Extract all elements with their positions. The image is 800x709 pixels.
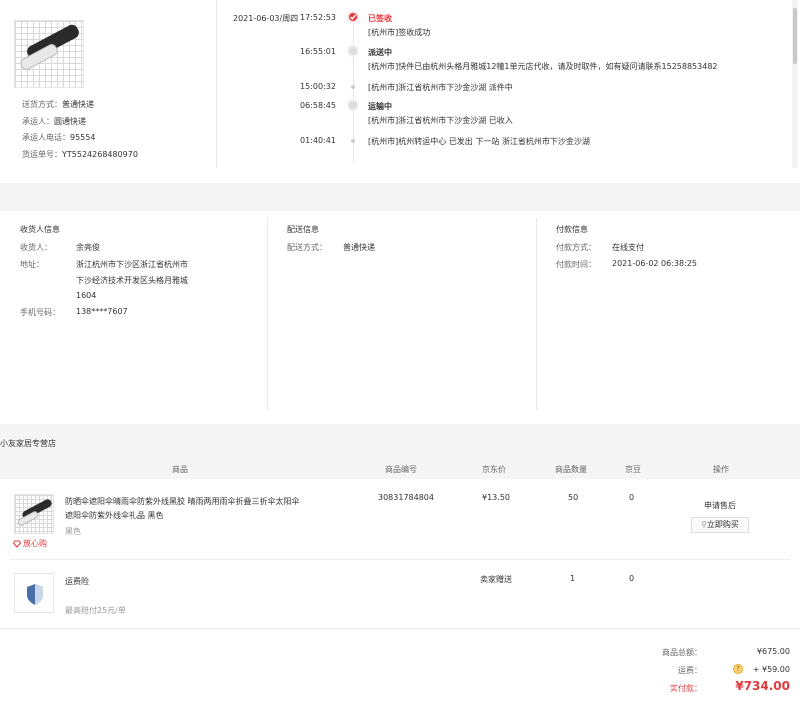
buy-again-button[interactable]: ⚲立即购买 bbox=[691, 517, 749, 533]
timeline-status: 运输中 bbox=[368, 102, 392, 111]
logistics-panel: 送货方式：普通快递 承运人：圆通快递 承运人电话：95554 货运单号：YT55… bbox=[0, 0, 800, 183]
col-product: 商品 bbox=[172, 465, 188, 474]
tracking-number: 货运单号：YT5524268480970 bbox=[22, 150, 138, 159]
check-icon bbox=[347, 11, 359, 23]
timeline-detail: [杭州市]浙江省杭州市下沙金沙湖 已收入 bbox=[368, 116, 513, 125]
timeline-detail: [杭州市]杭州转运中心 已发出 下一站 浙江省杭州市下沙金沙湖 bbox=[368, 137, 590, 146]
timeline-time: 01:40:41 bbox=[300, 136, 336, 145]
timeline-time: 16:55:01 bbox=[300, 47, 336, 56]
payment-title: 付款信息 bbox=[556, 225, 588, 234]
timeline-detail: [杭州市]签收成功 bbox=[368, 28, 431, 37]
after-sale-link[interactable]: 申请售后 bbox=[704, 500, 736, 511]
col-sku: 商品编号 bbox=[385, 465, 417, 474]
shop-name[interactable]: 小友家居专营店 bbox=[0, 438, 56, 449]
address-label: 地址： bbox=[20, 260, 44, 269]
assurance-badge: 放心购 bbox=[13, 538, 47, 549]
address-line: 1604 bbox=[76, 291, 97, 300]
timeline-detail: [杭州市]浙江省杭州市下沙金沙湖 派件中 bbox=[368, 83, 513, 92]
carrier: 承运人：圆通快递 bbox=[22, 117, 86, 126]
item-thumbnail[interactable] bbox=[14, 494, 54, 534]
insurance-beans: 0 bbox=[629, 574, 635, 583]
item-price: ¥13.50 bbox=[482, 493, 510, 502]
timeline-time: 17:52:53 bbox=[300, 13, 336, 22]
payment-time-value: 2021-06-02 06:38:25 bbox=[612, 259, 697, 268]
goods-total-label: 商品总额： bbox=[662, 648, 702, 657]
item-title[interactable]: 遮阳伞防紫外线伞礼品 黑色 bbox=[65, 510, 164, 521]
timeline-dot-icon bbox=[351, 85, 355, 89]
timeline-time: 06:58:45 bbox=[300, 101, 336, 110]
timeline-detail: [杭州市]快件已由杭州头格月雅城12幢1单元店代收，请及时取件，如有疑问请联系1… bbox=[368, 62, 718, 71]
address-line: 浙江杭州市下沙区浙江省杭州市 bbox=[76, 260, 188, 269]
timeline-dot-icon bbox=[347, 99, 359, 111]
timeline-time: 15:00:32 bbox=[300, 82, 336, 91]
timeline-dot-icon bbox=[347, 45, 359, 57]
freight-label: 运费： bbox=[678, 666, 702, 675]
shipping-method-value: 普通快递 bbox=[343, 243, 375, 252]
phone-label: 手机号码： bbox=[20, 308, 60, 317]
product-thumbnail[interactable] bbox=[14, 20, 84, 88]
item-beans: 0 bbox=[629, 493, 635, 502]
timeline-date: 2021-06-03/周四 bbox=[233, 14, 299, 23]
insurance-thumbnail bbox=[14, 573, 54, 613]
payment-method-value: 在线支付 bbox=[612, 243, 644, 252]
col-action: 操作 bbox=[713, 465, 729, 474]
paid-value: ¥734.00 bbox=[735, 679, 790, 693]
item-quantity: 50 bbox=[568, 493, 579, 502]
item-sku: 30831784804 bbox=[378, 493, 434, 502]
diamond-icon bbox=[13, 540, 21, 548]
delivery-method: 送货方式：普通快递 bbox=[22, 100, 94, 109]
timeline-status: 派送中 bbox=[368, 48, 392, 57]
timeline-dot-icon bbox=[351, 139, 355, 143]
shipping-title: 配送信息 bbox=[287, 225, 319, 234]
goods-total-value: ¥675.00 bbox=[756, 647, 790, 656]
timeline-scrollbar[interactable] bbox=[792, 0, 798, 168]
address-line: 下沙经济技术开发区头格月雅城 bbox=[76, 276, 188, 285]
col-quantity: 商品数量 bbox=[555, 465, 587, 474]
insurance-note: 最高赔付25元/单 bbox=[65, 606, 126, 615]
insurance-title: 运费险 bbox=[65, 577, 89, 586]
item-title[interactable]: 防晒伞遮阳伞晴雨伞防紫外线黑胶 晴雨两用雨伞折叠三折伞太阳伞 bbox=[65, 496, 300, 507]
shipping-method-label: 配送方式： bbox=[287, 243, 327, 252]
insurance-quantity: 1 bbox=[570, 574, 576, 583]
receiver-name: 收货人： bbox=[20, 243, 52, 252]
receiver-title: 收货人信息 bbox=[20, 225, 60, 234]
payment-method-label: 付款方式： bbox=[556, 243, 596, 252]
shield-icon bbox=[27, 584, 43, 605]
timeline-status: 已签收 bbox=[368, 14, 392, 23]
phone-value: 138****7607 bbox=[76, 307, 128, 316]
col-beans: 京豆 bbox=[625, 465, 641, 474]
payment-time-label: 付款时间： bbox=[556, 260, 596, 269]
col-price: 京东价 bbox=[482, 465, 506, 474]
insurance-price: 卖家赠送 bbox=[480, 575, 512, 584]
receiver-name-value: 余亮俊 bbox=[76, 243, 100, 252]
freight-value: + ¥59.00 bbox=[752, 665, 790, 674]
paid-label: 实付款： bbox=[670, 684, 702, 693]
item-variant: 黑色 bbox=[65, 527, 81, 536]
carrier-phone: 承运人电话：95554 bbox=[22, 133, 96, 142]
